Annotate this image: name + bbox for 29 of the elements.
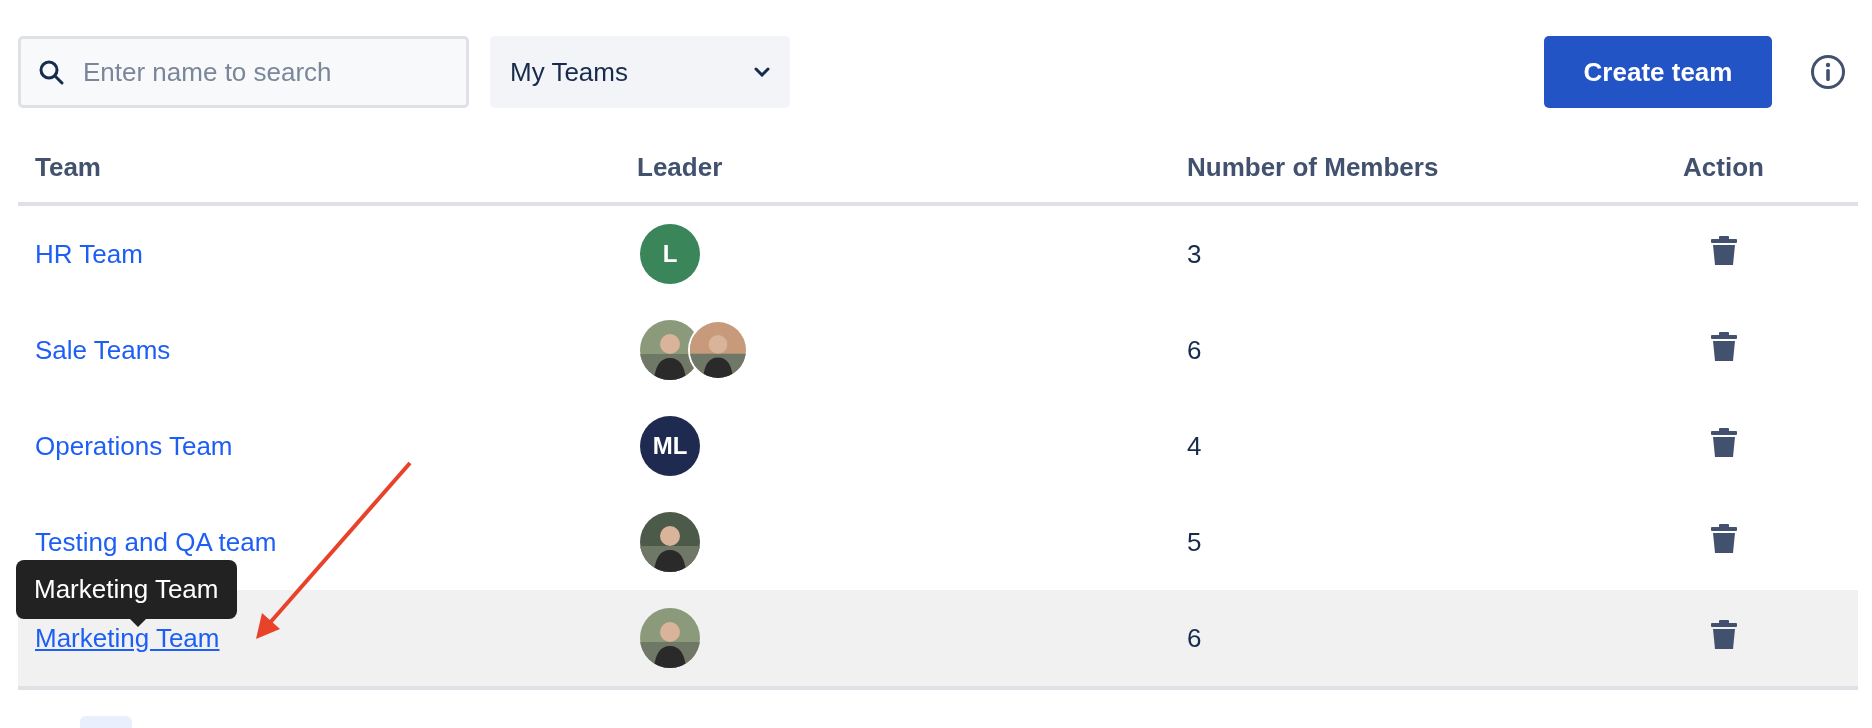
column-header: Team bbox=[35, 151, 101, 182]
column-header: Number of Members bbox=[1187, 151, 1439, 182]
chevron-down-icon bbox=[754, 67, 770, 77]
team-link[interactable]: Marketing Team bbox=[35, 622, 220, 653]
trash-icon[interactable] bbox=[1710, 235, 1737, 266]
search-icon bbox=[38, 59, 64, 85]
member-count: 6 bbox=[1187, 334, 1202, 365]
tooltip-pointer bbox=[128, 617, 148, 627]
team-link[interactable]: HR Team bbox=[35, 238, 143, 269]
create-team-button[interactable]: Create team bbox=[1544, 36, 1772, 108]
column-header: Leader bbox=[637, 151, 723, 182]
member-count: 4 bbox=[1187, 430, 1202, 461]
trash-icon[interactable] bbox=[1710, 619, 1737, 650]
team-link[interactable]: Operations Team bbox=[35, 430, 233, 461]
member-count: 5 bbox=[1187, 526, 1202, 557]
search-field[interactable]: Enter name to search bbox=[18, 36, 469, 108]
trash-icon[interactable] bbox=[1710, 427, 1737, 458]
member-count: 6 bbox=[1187, 622, 1202, 653]
member-count: 3 bbox=[1187, 238, 1202, 269]
team-link[interactable]: Sale Teams bbox=[35, 334, 171, 365]
trash-icon[interactable] bbox=[1710, 331, 1737, 362]
tooltip: Marketing Team bbox=[16, 560, 237, 619]
column-header: Action bbox=[1683, 151, 1764, 182]
trash-icon[interactable] bbox=[1710, 523, 1737, 554]
leader-avatar: L bbox=[640, 224, 700, 284]
leader-avatar: ML bbox=[640, 416, 700, 476]
info-icon[interactable] bbox=[1810, 54, 1846, 90]
team-link[interactable]: Testing and QA team bbox=[35, 526, 277, 557]
team-filter-dropdown[interactable]: My Teams bbox=[490, 36, 790, 108]
